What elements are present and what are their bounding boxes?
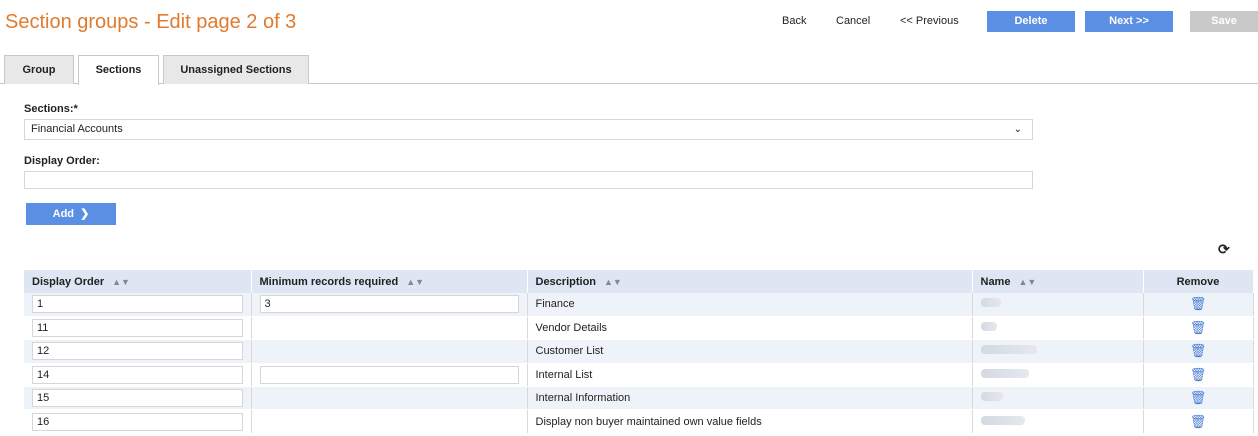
- cell-name: [972, 293, 1144, 317]
- cell-remove: 🗑: [1143, 316, 1254, 341]
- cell-remove: 🗑: [1143, 363, 1254, 388]
- display-order-cell-input[interactable]: 16: [32, 412, 243, 431]
- add-button[interactable]: Add ❯: [26, 203, 116, 225]
- cell-remove: 🗑: [1143, 409, 1254, 434]
- display-order-cell-input[interactable]: 1: [32, 295, 243, 314]
- sections-label: Sections:*: [24, 103, 78, 115]
- column-header-remove: Remove: [1143, 270, 1254, 293]
- cell-description: Internal Information: [527, 386, 973, 411]
- display-order-cell-input[interactable]: 15: [32, 389, 243, 408]
- cell-remove: 🗑: [1143, 386, 1254, 411]
- trash-icon[interactable]: 🗑: [1144, 414, 1253, 430]
- display-order-cell-input[interactable]: 12: [32, 342, 243, 361]
- redacted-name: [980, 322, 997, 332]
- min-records-input[interactable]: 3: [259, 295, 519, 314]
- cell-display-order: 14: [24, 363, 252, 388]
- chevron-down-icon: ⌄: [1013, 124, 1022, 135]
- cell-display-order: 11: [24, 316, 252, 341]
- display-order-cell-input[interactable]: 11: [32, 319, 243, 338]
- refresh-icon[interactable]: ⟳: [1218, 241, 1230, 258]
- display-order-label: Display Order:: [24, 155, 100, 167]
- table-row: 11 Vendor Details 🗑: [24, 316, 1254, 341]
- tab-sections[interactable]: Sections: [78, 55, 159, 85]
- display-order-input[interactable]: [24, 171, 1033, 189]
- table-row: 15 Internal Information 🗑: [24, 386, 1254, 411]
- sections-select-value: Financial Accounts: [31, 123, 123, 135]
- cell-min-records: [251, 363, 528, 388]
- cell-display-order: 1: [24, 293, 252, 317]
- cell-min-records: 3: [251, 293, 528, 317]
- cell-name: [972, 363, 1144, 388]
- page-title: Section groups - Edit page 2 of 3: [5, 11, 297, 33]
- add-button-label: Add: [52, 208, 75, 220]
- redacted-name: [980, 415, 1025, 425]
- trash-icon[interactable]: 🗑: [1144, 343, 1253, 359]
- delete-button[interactable]: Delete: [987, 11, 1075, 32]
- cell-name: [972, 409, 1144, 434]
- cancel-link[interactable]: Cancel: [836, 15, 870, 27]
- redacted-name: [980, 298, 1001, 308]
- cell-name: [972, 316, 1144, 341]
- sort-icon[interactable]: ▲▼: [604, 277, 622, 287]
- cell-display-order: 12: [24, 339, 252, 364]
- cell-min-records: [251, 409, 528, 434]
- cell-remove: 🗑: [1143, 293, 1254, 317]
- cell-display-order: 16: [24, 409, 252, 434]
- next-button[interactable]: Next >>: [1085, 11, 1173, 32]
- table-row: 14 Internal List 🗑: [24, 363, 1254, 388]
- save-button: Save: [1190, 11, 1258, 32]
- back-link[interactable]: Back: [782, 15, 806, 27]
- cell-description: Customer List: [527, 339, 973, 364]
- cell-description: Vendor Details: [527, 316, 973, 341]
- table-row: 12 Customer List 🗑: [24, 339, 1254, 364]
- cell-name: [972, 339, 1144, 364]
- cell-display-order: 15: [24, 386, 252, 411]
- previous-link[interactable]: << Previous: [900, 15, 959, 27]
- cell-name: [972, 386, 1144, 411]
- redacted-name: [980, 392, 1003, 402]
- cell-description: Internal List: [527, 363, 973, 388]
- redacted-name: [980, 345, 1037, 355]
- sections-table: Display Order ▲▼ Minimum records required…: [24, 270, 1254, 434]
- tab-group[interactable]: Group: [4, 55, 74, 84]
- column-header-display-order[interactable]: Display Order ▲▼: [24, 270, 252, 293]
- min-records-input[interactable]: [259, 365, 519, 384]
- column-header-name[interactable]: Name ▲▼: [972, 270, 1144, 293]
- sections-select[interactable]: Financial Accounts ⌄: [24, 119, 1033, 140]
- cell-description: Finance: [527, 293, 973, 317]
- cell-min-records: [251, 316, 528, 341]
- trash-icon[interactable]: 🗑: [1144, 320, 1253, 336]
- cell-remove: 🗑: [1143, 339, 1254, 364]
- chevron-right-icon: ❯: [77, 208, 90, 220]
- trash-icon[interactable]: 🗑: [1144, 367, 1253, 383]
- sort-icon[interactable]: ▲▼: [1018, 277, 1036, 287]
- column-header-description[interactable]: Description ▲▼: [527, 270, 973, 293]
- redacted-name: [980, 368, 1029, 378]
- cell-description: Display non buyer maintained own value f…: [527, 409, 973, 434]
- sort-icon[interactable]: ▲▼: [406, 277, 424, 287]
- table-row: 16 Display non buyer maintained own value…: [24, 409, 1254, 434]
- trash-icon[interactable]: 🗑: [1144, 296, 1253, 312]
- display-order-cell-input[interactable]: 14: [32, 365, 243, 384]
- cell-min-records: [251, 339, 528, 364]
- table-row: 1 3 Finance 🗑: [24, 293, 1254, 317]
- trash-icon[interactable]: 🗑: [1144, 390, 1253, 406]
- tab-unassigned-sections[interactable]: Unassigned Sections: [163, 55, 309, 84]
- cell-min-records: [251, 386, 528, 411]
- column-header-min-records[interactable]: Minimum records required ▲▼: [251, 270, 528, 293]
- sort-icon[interactable]: ▲▼: [112, 277, 130, 287]
